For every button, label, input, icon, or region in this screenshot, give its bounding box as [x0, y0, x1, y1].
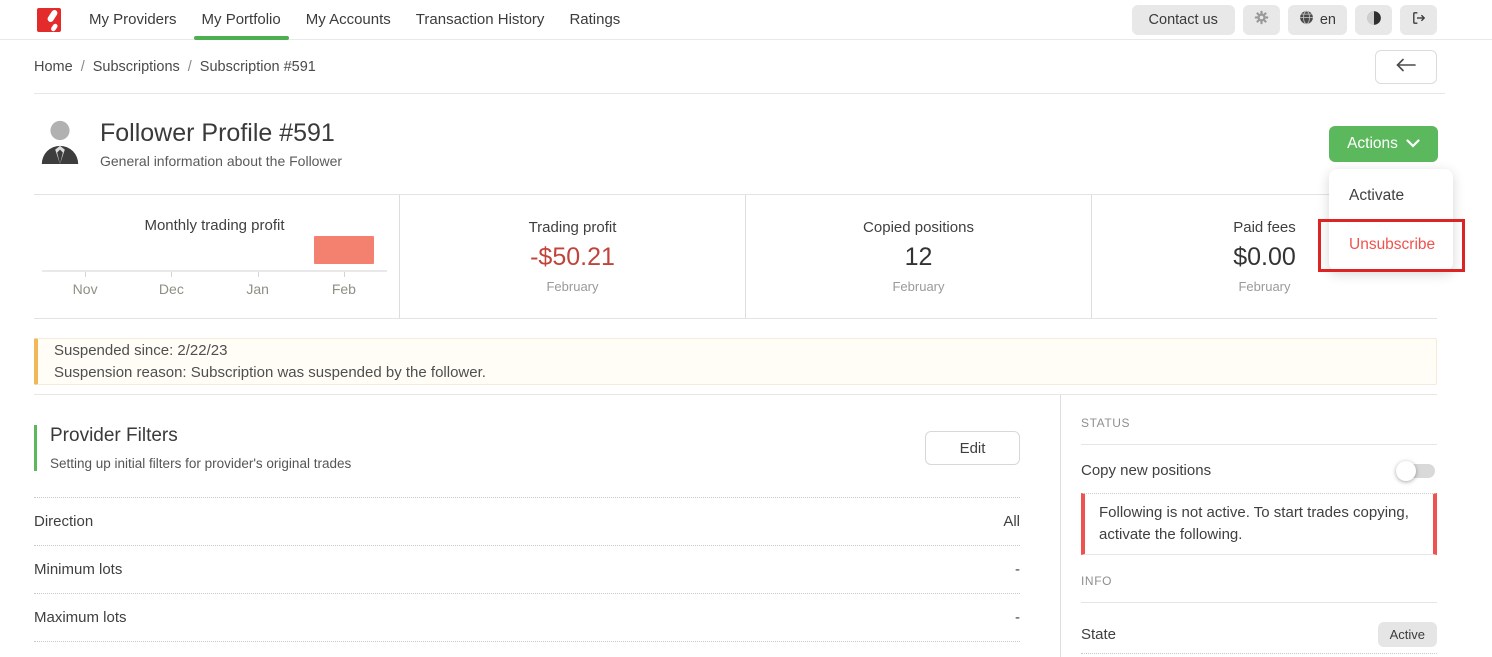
x-label: Jan: [215, 281, 301, 297]
main-nav: My Providers My Portfolio My Accounts Tr…: [89, 0, 645, 39]
toggle-knob: [1396, 461, 1416, 481]
status-sidebar: STATUS Copy new positions Following is n…: [1061, 395, 1437, 657]
globe-icon: [1299, 10, 1314, 29]
contact-us-button[interactable]: Contact us: [1132, 5, 1235, 35]
filter-row-minimum-lots: Minimum lots -: [34, 546, 1020, 594]
lower-section: Provider Filters Setting up initial filt…: [34, 394, 1437, 657]
nav-item-my-accounts[interactable]: My Accounts: [306, 0, 391, 39]
x-label: Nov: [42, 281, 128, 297]
stat-period: February: [1238, 279, 1290, 294]
provider-filters-section: Provider Filters Setting up initial filt…: [34, 395, 1061, 657]
status-section-header: STATUS: [1081, 416, 1437, 430]
navbar-actions: Contact us: [1132, 5, 1437, 35]
filter-row-direction: Direction All: [34, 498, 1020, 546]
filters-rows: Direction All Minimum lots - Maximum lot…: [34, 497, 1020, 642]
stat-label: Copied positions: [863, 219, 974, 236]
filter-row-label: Minimum lots: [34, 561, 122, 578]
monthly-profit-chart-card: Monthly trading profit Nov Dec Jan Feb: [34, 195, 400, 318]
stat-period: February: [546, 279, 598, 294]
nav-item-my-providers[interactable]: My Providers: [89, 0, 177, 39]
provider-filters-title: Provider Filters: [50, 425, 351, 447]
brand-logo-icon[interactable]: [37, 6, 62, 34]
breadcrumb-separator: /: [81, 59, 85, 75]
breadcrumb-row: Home / Subscriptions / Subscription #591: [34, 40, 1445, 94]
filter-row-label: Direction: [34, 513, 93, 530]
stat-value: -$50.21: [530, 243, 615, 272]
stat-value: 12: [905, 243, 933, 272]
stats-row: Monthly trading profit Nov Dec Jan Feb T…: [34, 194, 1437, 319]
actions-button[interactable]: Actions: [1329, 126, 1438, 162]
nav-item-my-portfolio[interactable]: My Portfolio: [202, 0, 281, 39]
divider: [1081, 444, 1437, 445]
chart-bar-cell: [215, 236, 301, 270]
stat-period: February: [892, 279, 944, 294]
menu-item-unsubscribe[interactable]: Unsubscribe: [1329, 220, 1453, 269]
chart-bar-cell: [42, 236, 128, 270]
x-label: Feb: [301, 281, 387, 297]
info-section-header: INFO: [1081, 574, 1437, 588]
following-inactive-warning: Following is not active. To start trades…: [1081, 493, 1437, 555]
settings-button[interactable]: [1243, 5, 1280, 35]
suspension-reason-text: Suspension reason: Subscription was susp…: [54, 362, 1420, 384]
gear-icon: [1254, 10, 1269, 29]
back-button[interactable]: [1375, 50, 1437, 84]
breadcrumb-home[interactable]: Home: [34, 59, 73, 75]
filter-row-label: Maximum lots: [34, 609, 127, 626]
chart-bar: [314, 236, 374, 264]
filter-row-value: -: [1015, 561, 1020, 578]
provider-filters-subtitle: Setting up initial filters for provider'…: [50, 456, 351, 471]
nav-item-ratings[interactable]: Ratings: [569, 0, 620, 39]
header-titles: Follower Profile #591 General informatio…: [100, 119, 342, 169]
chart-bar-cell: [301, 236, 387, 270]
provider-filters-titles: Provider Filters Setting up initial filt…: [34, 425, 351, 471]
top-navbar: My Providers My Portfolio My Accounts Tr…: [0, 0, 1492, 40]
stat-label: Trading profit: [529, 219, 617, 236]
actions-button-label: Actions: [1347, 135, 1398, 153]
suspension-banner: Suspended since: 2/22/23 Suspension reas…: [34, 338, 1437, 385]
chart-bar-cell: [128, 236, 214, 270]
contrast-icon: [1366, 10, 1382, 30]
state-row: State Active: [1081, 616, 1437, 654]
page-subtitle: General information about the Follower: [100, 153, 342, 169]
logout-button[interactable]: [1400, 5, 1437, 35]
breadcrumb: Home / Subscriptions / Subscription #591: [34, 59, 316, 75]
state-label: State: [1081, 626, 1116, 643]
stat-label: Paid fees: [1233, 219, 1296, 236]
edit-filters-button[interactable]: Edit: [925, 431, 1020, 465]
back-arrow-icon: [1395, 58, 1417, 75]
breadcrumb-separator: /: [188, 59, 192, 75]
suspension-since-text: Suspended since: 2/22/23: [54, 340, 1420, 362]
actions-dropdown: Activate Unsubscribe: [1329, 169, 1453, 271]
copy-new-positions-toggle[interactable]: [1399, 464, 1435, 478]
language-label: en: [1320, 12, 1336, 28]
theme-toggle-button[interactable]: [1355, 5, 1392, 35]
x-label: Dec: [128, 281, 214, 297]
filter-row-maximum-lots: Maximum lots -: [34, 594, 1020, 642]
page-header: Follower Profile #591 General informatio…: [0, 94, 1492, 194]
divider: [1081, 602, 1437, 603]
avatar: [37, 118, 83, 171]
breadcrumb-current: Subscription #591: [200, 59, 316, 75]
copy-new-positions-row: Copy new positions: [1081, 462, 1437, 479]
breadcrumb-subscriptions[interactable]: Subscriptions: [93, 59, 180, 75]
copy-new-positions-label: Copy new positions: [1081, 462, 1211, 479]
filter-row-value: -: [1015, 609, 1020, 626]
chart-title: Monthly trading profit: [42, 217, 387, 234]
state-badge: Active: [1378, 622, 1437, 647]
trading-profit-card: Trading profit -$50.21 February: [400, 195, 746, 318]
actions-menu-wrap: Actions Activate Unsubscribe: [1329, 126, 1438, 162]
copied-positions-card: Copied positions 12 February: [746, 195, 1092, 318]
chevron-down-icon: [1406, 135, 1420, 153]
stat-value: $0.00: [1233, 243, 1296, 272]
nav-item-transaction-history[interactable]: Transaction History: [416, 0, 545, 39]
page-title: Follower Profile #591: [100, 119, 342, 148]
logout-icon: [1411, 10, 1427, 30]
provider-filters-header: Provider Filters Setting up initial filt…: [34, 425, 1020, 471]
filter-row-value: All: [1003, 513, 1020, 530]
mini-bar-chart: Nov Dec Jan Feb: [42, 234, 387, 297]
chart-x-labels: Nov Dec Jan Feb: [42, 281, 387, 297]
menu-item-activate[interactable]: Activate: [1329, 171, 1453, 220]
language-button[interactable]: en: [1288, 5, 1347, 35]
